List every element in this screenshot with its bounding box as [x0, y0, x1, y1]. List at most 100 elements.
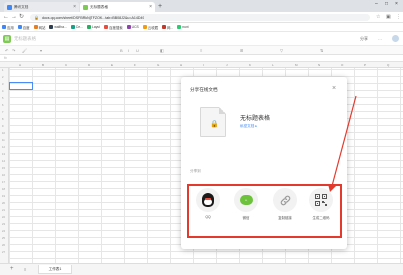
formula-bar[interactable]: fx	[0, 55, 403, 62]
sheet-list-icon[interactable]: ≡	[24, 267, 26, 272]
row-header[interactable]: 25	[2, 237, 5, 240]
row-header[interactable]: 6	[2, 104, 3, 107]
font-select-icon[interactable]: ▾	[40, 48, 42, 53]
row-header[interactable]: 3	[2, 83, 3, 86]
fill-color-icon[interactable]: ◧	[160, 48, 164, 53]
bookmark-item[interactable]: 网站	[33, 25, 45, 30]
bookmark-item[interactable]: UCS	[126, 25, 139, 29]
merge-icon[interactable]: ⊞	[240, 48, 243, 53]
share-button[interactable]: 分享	[360, 36, 368, 42]
bookmark-item[interactable]: wallha...	[49, 25, 67, 29]
minimize-icon[interactable]: –	[375, 1, 378, 7]
row-header[interactable]: 16	[2, 174, 5, 177]
bookmark-label: wallha...	[54, 25, 67, 29]
bookmark-item[interactable]: 应用	[2, 25, 14, 30]
filter-icon[interactable]: ▽	[280, 48, 283, 53]
row-header[interactable]: 13	[2, 153, 5, 156]
extension-icon[interactable]: ▣	[386, 14, 391, 20]
column-header[interactable]: B	[42, 63, 44, 67]
sheet-tab[interactable]: 工作表1	[38, 265, 72, 274]
column-header[interactable]: P	[364, 63, 366, 67]
row-header[interactable]: 5	[2, 97, 3, 100]
permission-link[interactable]: 私密文档 ▸	[240, 124, 257, 129]
reload-icon[interactable]: ↻	[19, 14, 24, 21]
selected-cell[interactable]	[9, 82, 33, 90]
row-header[interactable]: 15	[2, 167, 5, 170]
back-icon[interactable]: ←	[3, 14, 9, 21]
bookmark-item[interactable]: 百度搜索	[104, 25, 123, 30]
column-header[interactable]: I	[203, 63, 204, 67]
tab-close-icon[interactable]: ×	[73, 4, 76, 10]
row-header[interactable]: 24	[2, 230, 5, 233]
underline-icon[interactable]: U	[136, 48, 139, 53]
bookmark-icon	[86, 25, 91, 29]
row-header[interactable]: 22	[2, 216, 5, 219]
row-header[interactable]: 4	[2, 90, 3, 93]
column-header[interactable]: M	[295, 63, 298, 67]
row-header[interactable]: 2	[2, 76, 3, 79]
menu-icon[interactable]: ⋮	[396, 14, 401, 20]
row-header[interactable]: 27	[2, 251, 5, 254]
column-header[interactable]: O	[341, 63, 343, 67]
row-header[interactable]: 21	[2, 209, 5, 212]
row-header[interactable]: 1	[2, 69, 3, 72]
column-header[interactable]: K	[249, 63, 251, 67]
row-header[interactable]: 9	[2, 125, 3, 128]
bookmark-item[interactable]: 云收藏	[142, 25, 158, 30]
redo-icon[interactable]: ↷	[12, 48, 15, 53]
row-header[interactable]: 17	[2, 181, 5, 184]
docs-logo-icon[interactable]: ▤	[3, 35, 11, 43]
tab-close-icon[interactable]: ×	[149, 4, 152, 10]
maximize-icon[interactable]: □	[385, 1, 388, 7]
column-header[interactable]: G	[157, 63, 159, 67]
bookmark-item[interactable]: nuxt	[177, 25, 189, 29]
column-header[interactable]: A	[19, 63, 21, 67]
bookmark-label: 百度	[22, 25, 30, 30]
bookmark-icon	[2, 25, 6, 29]
column-header[interactable]: D	[88, 63, 90, 67]
bookmark-item[interactable]: 网...	[161, 25, 173, 30]
row-header[interactable]: 20	[2, 202, 5, 205]
row-header[interactable]: 12	[2, 146, 5, 149]
italic-icon[interactable]: I	[128, 48, 129, 53]
more-button[interactable]: …	[378, 36, 382, 41]
row-header[interactable]: 10	[2, 132, 5, 135]
close-icon[interactable]: ×	[332, 85, 336, 92]
tab-favicon-icon	[83, 4, 88, 10]
row-header[interactable]: 14	[2, 160, 5, 163]
row-header[interactable]: 7	[2, 111, 3, 114]
bold-icon[interactable]: B	[120, 48, 123, 53]
row-header[interactable]: 23	[2, 223, 5, 226]
align-icon[interactable]: ≡	[200, 48, 202, 53]
row-header[interactable]: 19	[2, 195, 5, 198]
new-tab-button[interactable]: +	[158, 2, 162, 11]
undo-icon[interactable]: ↶	[5, 48, 8, 53]
browser-tab-2[interactable]: 无标题表格 ×	[80, 2, 155, 12]
add-sheet-button[interactable]: +	[10, 266, 14, 273]
column-header[interactable]: N	[318, 63, 320, 67]
close-window-icon[interactable]: ×	[395, 1, 398, 7]
star-icon[interactable]: ☆	[376, 14, 380, 20]
browser-tab-1[interactable]: 腾讯文档 ×	[4, 2, 79, 12]
forward-icon[interactable]: →	[11, 14, 17, 21]
column-header[interactable]: E	[111, 63, 113, 67]
row-header[interactable]: 18	[2, 188, 5, 191]
url-input[interactable]: 🔒 docs.qq.com/sheet/DSFBRkNjTFZOK...tab=…	[30, 14, 370, 21]
sort-icon[interactable]: ⇅	[320, 48, 323, 53]
column-header[interactable]: C	[65, 63, 67, 67]
column-header[interactable]: F	[134, 63, 136, 67]
column-header[interactable]: H	[180, 63, 182, 67]
bookmark-item[interactable]: Layui	[86, 25, 100, 29]
avatar[interactable]	[392, 35, 399, 42]
format-painter-icon[interactable]: 🖌	[22, 48, 27, 53]
column-header[interactable]: L	[272, 63, 274, 67]
row-headers: 1 2 3 4 5 6 7 8 9 10 11 12 13 14 15 16 17 18 19 20 21 22 23 24 2…	[0, 68, 9, 263]
bookmark-item[interactable]: Ce...	[70, 25, 83, 29]
bookmark-item[interactable]: 百度	[17, 25, 30, 30]
row-header[interactable]: 8	[2, 118, 3, 121]
column-header[interactable]: J	[226, 63, 228, 67]
column-header[interactable]: Q	[387, 63, 389, 67]
row-header[interactable]: 11	[2, 139, 5, 142]
row-header[interactable]: 26	[2, 244, 5, 247]
doc-title[interactable]: 无标题表格	[14, 36, 36, 42]
